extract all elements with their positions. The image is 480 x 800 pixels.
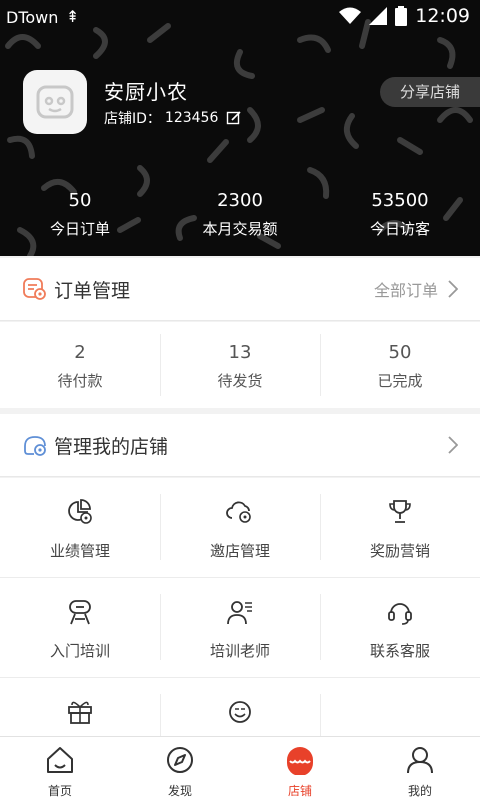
grid-item-customer-service[interactable]: 联系客服: [320, 578, 480, 677]
order-label: 已完成: [377, 372, 423, 390]
grid-item-rewards[interactable]: 奖励营销: [320, 478, 480, 577]
tab-label: 店铺: [287, 784, 312, 798]
user-icon: [407, 747, 433, 774]
stat-label: 今日订单: [49, 220, 110, 238]
order-management-header: 订单管理 全部订单: [0, 258, 480, 320]
grid-item-training[interactable]: 入门培训: [0, 578, 160, 677]
shop-avatar[interactable]: [23, 70, 87, 134]
headset-icon: [388, 603, 412, 625]
all-orders-link[interactable]: 全部订单: [374, 258, 458, 320]
performance-icon: [68, 499, 92, 524]
divider: [0, 320, 480, 321]
shop-name: 安厨小农: [104, 80, 188, 104]
manage-shop-header[interactable]: 管理我的店铺: [0, 414, 480, 476]
bottom-tab-bar: 首页 发现 店铺 我的: [0, 736, 480, 800]
order-management-title: 订单管理: [54, 279, 131, 302]
stat-value: 2300: [217, 190, 263, 211]
grid-item-teacher[interactable]: 培训老师: [160, 578, 320, 677]
tab-label: 我的: [407, 784, 432, 798]
grid-label: 培训老师: [209, 642, 270, 660]
manage-shop-grid: 业绩管理 邀店管理 奖励营销 入门培训 培训老师 联系客服: [0, 478, 480, 778]
battery-icon: [395, 6, 408, 26]
grid-label: 邀店管理: [209, 542, 270, 560]
shop-icon: [287, 747, 313, 776]
home-icon: [47, 747, 73, 773]
carrier-label: DTown: [6, 8, 59, 27]
edit-icon[interactable]: [226, 110, 242, 126]
cell-signal-icon: [369, 7, 388, 25]
tab-discover[interactable]: 发现: [120, 737, 240, 800]
shop-header: DTown ⇞ 12:09 安厨小农 店铺ID： 123456 分享店铺 50 …: [0, 0, 480, 256]
share-shop-button[interactable]: 分享店铺: [380, 77, 480, 107]
stat-label: 本月交易额: [202, 220, 278, 238]
clock: 12:09: [415, 5, 470, 27]
shop-stats: 50 今日订单 2300 本月交易额 53500 今日访客: [0, 190, 480, 238]
grid-label: 业绩管理: [49, 542, 110, 560]
grid-label: 联系客服: [369, 642, 430, 660]
tab-mine[interactable]: 我的: [360, 737, 480, 800]
order-count: 50: [388, 342, 412, 363]
grid-item-performance[interactable]: 业绩管理: [0, 478, 160, 577]
manage-shop-chevron[interactable]: [448, 414, 458, 476]
gift-icon: [68, 701, 92, 724]
tab-shop[interactable]: 店铺: [240, 737, 360, 800]
order-count: 2: [74, 342, 86, 363]
tab-label: 首页: [47, 784, 72, 798]
order-pending-shipment[interactable]: 13 待发货: [160, 322, 320, 408]
stat-label: 今日访客: [369, 220, 430, 238]
shop-id: 店铺ID： 123456: [104, 108, 242, 128]
grid-label: 入门培训: [49, 642, 110, 660]
all-orders-label: 全部订单: [373, 281, 438, 300]
divider: [0, 476, 480, 477]
smile-badge-icon: [229, 701, 251, 723]
order-pending-payment[interactable]: 2 待付款: [0, 322, 160, 408]
grid-row: 业绩管理 邀店管理 奖励营销: [0, 478, 480, 578]
stat-value: 53500: [371, 190, 429, 211]
shop-id-label: 店铺ID：: [104, 111, 161, 127]
grid-row: 入门培训 培训老师 联系客服: [0, 578, 480, 678]
chevron-right-icon: [448, 280, 458, 298]
training-icon: [69, 600, 91, 625]
manage-shop-icon: [24, 436, 46, 456]
carrier-signal-icon: ⇞: [66, 7, 80, 26]
shop-id-value: 123456: [164, 110, 219, 126]
tab-label: 发现: [167, 784, 192, 798]
order-count: 13: [228, 342, 252, 363]
trophy-icon: [389, 500, 411, 523]
order-label: 待发货: [217, 372, 263, 390]
order-completed[interactable]: 50 已完成: [320, 322, 480, 408]
wifi-icon: [339, 7, 362, 24]
order-label: 待付款: [57, 372, 103, 390]
chevron-right-icon: [448, 436, 458, 454]
stat-month-revenue[interactable]: 2300 本月交易额: [160, 190, 320, 238]
grid-item-invite-shop[interactable]: 邀店管理: [160, 478, 320, 577]
status-bar: DTown ⇞ 12:09: [0, 0, 480, 36]
stat-today-visitors[interactable]: 53500 今日访客: [320, 190, 480, 238]
stat-value: 50: [68, 190, 92, 211]
invite-shop-icon: [226, 501, 251, 523]
tab-home[interactable]: 首页: [0, 737, 120, 800]
compass-icon: [167, 747, 193, 773]
stat-today-orders[interactable]: 50 今日订单: [0, 190, 160, 238]
manage-shop-title: 管理我的店铺: [54, 435, 169, 458]
grid-label: 奖励营销: [369, 542, 430, 560]
order-settings-icon: [23, 278, 46, 300]
teacher-icon: [227, 601, 252, 625]
robot-face-icon: [36, 85, 74, 119]
order-status-row: 2 待付款 13 待发货 50 已完成: [0, 322, 480, 408]
